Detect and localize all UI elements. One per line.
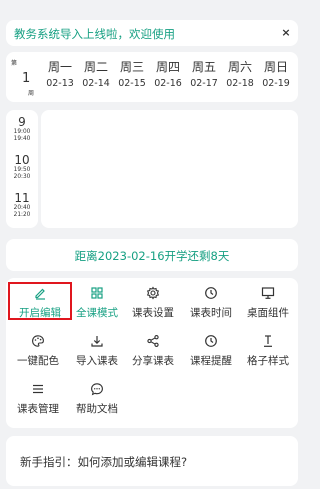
newbie-guide[interactable]: 新手指引：如何添加或编辑课程? (6, 436, 298, 486)
tool-share-timetable[interactable]: 分享课表 (123, 334, 183, 374)
menu-icon (33, 384, 43, 394)
tool-cell-style[interactable]: 格子样式 (238, 334, 298, 374)
pencil-icon (35, 288, 45, 300)
tool-timetable-management[interactable]: 课表管理 (8, 382, 68, 422)
day-header-sun: 周日 02-19 (262, 60, 290, 89)
clock-icon (205, 287, 217, 299)
tool-desktop-widget[interactable]: 桌面组件 (238, 286, 298, 326)
close-icon[interactable]: × (280, 26, 292, 39)
period-column: 9 19:00 19:40 10 19:50 20:30 11 20:40 21… (6, 110, 38, 228)
tool-course-reminder[interactable]: 课程提醒 (181, 334, 241, 374)
countdown-text: 距离2023-02-16开学还剩8天 (74, 249, 230, 263)
tool-help-docs[interactable]: 帮助文档 (67, 382, 127, 422)
day-header-thu: 周四 02-16 (154, 60, 182, 89)
period-11: 11 20:40 21:20 (13, 191, 31, 219)
period-10: 10 19:50 20:30 (13, 153, 31, 181)
day-header-fri: 周五 02-17 (190, 60, 218, 89)
palette-icon (32, 335, 44, 347)
announcement-text: 教务系统导入上线啦，欢迎使用 (14, 27, 175, 41)
tool-panel: 开启编辑 全课模式 课表设置 课表时间 桌面组件 一键配色 导入课表 分享课表 … (6, 278, 298, 428)
timetable-grid[interactable] (41, 110, 298, 228)
gear-icon (146, 286, 160, 300)
chat-icon (91, 383, 103, 396)
week-number-value: 1 (22, 71, 31, 86)
guide-text: 新手指引：如何添加或编辑课程? (20, 455, 188, 469)
tool-full-course-mode[interactable]: 全课模式 (67, 286, 127, 326)
semester-countdown: 距离2023-02-16开学还剩8天 (6, 239, 298, 271)
download-icon (91, 336, 103, 347)
week-suffix: 周 (28, 90, 35, 97)
tool-import-timetable[interactable]: 导入课表 (67, 334, 127, 374)
day-header-sat: 周六 02-18 (226, 60, 254, 89)
grid-icon (91, 287, 103, 299)
day-header-wed: 周三 02-15 (118, 60, 146, 89)
day-header-mon: 周一 02-13 (46, 60, 74, 89)
day-header-tue: 周二 02-14 (82, 60, 110, 89)
tool-class-times[interactable]: 课表时间 (181, 286, 241, 326)
text-cursor-icon (264, 335, 272, 347)
announcement-banner[interactable]: 教务系统导入上线啦，欢迎使用 × (6, 20, 298, 46)
tool-timetable-settings[interactable]: 课表设置 (123, 286, 183, 326)
tool-enable-edit[interactable]: 开启编辑 (10, 286, 70, 326)
week-prefix: 第 (11, 60, 18, 67)
week-number[interactable]: 第 1 周 (11, 58, 35, 97)
monitor-icon (261, 287, 275, 299)
share-icon (147, 335, 159, 347)
period-9: 9 19:00 19:40 (13, 115, 31, 143)
alarm-icon (205, 335, 217, 347)
week-header: 第 1 周 周一 02-13 周二 02-14 周三 02-15 周四 02-16 周五… (6, 52, 298, 102)
tool-one-click-color[interactable]: 一键配色 (8, 334, 68, 374)
